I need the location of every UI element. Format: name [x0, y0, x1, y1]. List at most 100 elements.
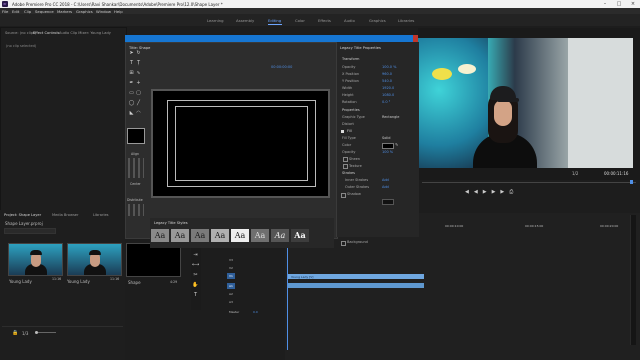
style-swatch[interactable]: Aa — [251, 229, 269, 242]
add-inner-stroke-link[interactable]: Add — [382, 178, 389, 182]
zoom-slider-handle[interactable] — [35, 331, 38, 334]
style-swatch[interactable]: Aa — [271, 229, 289, 242]
prop-value[interactable]: 100 % — [382, 150, 393, 154]
prop-label: Distort — [342, 122, 354, 126]
tab-source[interactable]: Source: (no clips) — [5, 31, 36, 35]
eyedropper-icon[interactable]: ✎ — [395, 142, 398, 147]
tab-audio-clip-mixer[interactable]: Audio Clip Mixer: Young Lady — [59, 31, 111, 35]
vertical-type-tool-icon[interactable]: Ṭ — [135, 60, 142, 67]
style-swatch[interactable]: Aa — [231, 229, 249, 242]
play-icon[interactable]: ▶ — [483, 189, 492, 195]
track-label-v2[interactable]: V2 — [229, 266, 233, 270]
clip-thumbnail[interactable] — [8, 243, 63, 276]
workspace-color[interactable]: Color — [295, 18, 305, 23]
fill-type-dropdown[interactable]: Solid — [382, 136, 391, 140]
tab-legacy-title-properties[interactable]: Legacy Title Properties — [340, 46, 381, 50]
shadow-checkbox[interactable] — [341, 193, 346, 198]
export-frame-icon[interactable]: ⎙ — [509, 189, 518, 195]
align-buttons[interactable] — [128, 158, 144, 178]
prop-value[interactable]: 960.0 — [382, 72, 392, 76]
prop-value[interactable]: 540.0 — [382, 79, 392, 83]
shape-thumbnail[interactable] — [126, 243, 181, 277]
add-outer-stroke-link[interactable]: Add — [382, 185, 389, 189]
tab-libraries[interactable]: Libraries — [93, 213, 109, 217]
workspace-learning[interactable]: Learning — [207, 18, 223, 23]
fill-checkbox[interactable] — [341, 130, 344, 133]
track-label-v1[interactable]: V1 — [229, 274, 233, 278]
program-video-frame[interactable] — [418, 38, 633, 168]
area-type-tool-icon[interactable]: ⊞ — [128, 70, 135, 77]
tab-project[interactable]: Project: Shape Layer — [4, 213, 41, 217]
master-track-label: Master — [229, 310, 240, 314]
rectangle-tool-icon[interactable]: ▭ — [128, 90, 135, 97]
shadow-color-swatch[interactable] — [382, 199, 394, 205]
workspace-audio[interactable]: Audio — [344, 18, 355, 23]
prop-value[interactable]: 1080.0 — [382, 93, 394, 97]
title-canvas[interactable] — [151, 89, 330, 198]
workspace-editing[interactable]: Editing — [268, 18, 281, 23]
title-safe-guide — [175, 106, 308, 181]
sheen-checkbox[interactable] — [343, 157, 348, 162]
program-scrubber[interactable] — [422, 182, 636, 183]
workspace-assembly[interactable]: Assembly — [236, 18, 254, 23]
style-swatch[interactable]: Aa — [211, 229, 229, 242]
rotation-tool-icon[interactable]: ↻ — [135, 50, 142, 57]
step-back-icon[interactable]: ◀◀ — [465, 189, 483, 195]
close-button[interactable]: × — [626, 0, 640, 8]
workspace-graphics[interactable]: Graphics — [369, 18, 386, 23]
texture-checkbox[interactable] — [343, 164, 348, 169]
window-titlebar: Pr Adobe Premiere Pro CC 2018 - C:\Users… — [0, 0, 640, 8]
program-fit-label[interactable]: 1/2 — [572, 171, 578, 176]
distribute-buttons[interactable] — [128, 204, 144, 216]
add-anchor-tool-icon[interactable]: + — [135, 80, 142, 87]
tab-media-browser[interactable]: Media Browser — [52, 213, 79, 217]
prop-label: Height — [342, 93, 354, 97]
timeline-playhead[interactable] — [287, 240, 288, 350]
step-forward-icon[interactable]: ▶▶ — [492, 189, 510, 195]
hand-tool-icon[interactable]: ✋ — [192, 282, 199, 289]
workspace-libraries[interactable]: Libraries — [398, 18, 414, 23]
style-swatch[interactable]: Aa — [151, 229, 169, 242]
type-tool-icon[interactable]: T — [128, 60, 135, 67]
line-tool-icon[interactable]: ╱ — [135, 100, 142, 107]
maximize-button[interactable]: □ — [612, 0, 626, 8]
prop-value[interactable]: 1920.0 — [382, 86, 394, 90]
graphic-type-dropdown[interactable]: Rectangle — [382, 115, 399, 119]
timeline-clip-audio[interactable] — [287, 283, 424, 288]
rounded-rectangle-tool-icon[interactable]: ▢ — [135, 90, 142, 97]
track-label-v3[interactable]: V3 — [229, 258, 233, 262]
fill-color-swatch[interactable] — [382, 143, 394, 149]
prop-value[interactable]: 100.0 % — [382, 65, 396, 69]
prop-value[interactable]: 0.0 ° — [382, 100, 390, 104]
track-label-a3[interactable]: A3 — [229, 300, 233, 304]
background-checkbox[interactable] — [341, 241, 346, 246]
no-clip-message: (no clip selected) — [6, 44, 37, 48]
style-swatch[interactable]: Aa — [171, 229, 189, 242]
track-label-a2[interactable]: A2 — [229, 292, 233, 296]
type-tool-icon[interactable]: T — [192, 292, 199, 299]
master-volume-value[interactable]: 0.0 — [253, 310, 258, 314]
wedge-tool-icon[interactable]: ◣ — [128, 110, 135, 117]
razor-tool-icon[interactable]: ✂ — [192, 272, 199, 279]
selection-tool-icon[interactable]: ➤ — [128, 50, 135, 57]
minimize-button[interactable]: – — [598, 0, 612, 8]
tab-legacy-title-styles[interactable]: Legacy Title Styles — [154, 221, 188, 225]
ellipse-tool-icon[interactable]: ◯ — [128, 100, 135, 107]
title-designer-close-button[interactable] — [413, 35, 418, 42]
lock-icon[interactable]: 🔒 — [12, 330, 18, 336]
ripple-edit-tool-icon[interactable]: ⟷ — [192, 262, 199, 269]
track-select-tool-icon[interactable]: ⇥ — [192, 252, 199, 259]
track-label-a1[interactable]: A1 — [229, 284, 233, 288]
zoom-slider[interactable] — [36, 332, 56, 333]
tab-effect-controls[interactable]: Effect Controls — [33, 31, 59, 35]
timeline-clip-video[interactable]: Young Lady [V] — [287, 274, 424, 279]
path-type-tool-icon[interactable]: ∿ — [135, 70, 142, 77]
project-search-input[interactable] — [4, 228, 56, 234]
workspace-effects[interactable]: Effects — [318, 18, 331, 23]
playhead-marker[interactable] — [630, 180, 633, 184]
style-swatch[interactable]: Aa — [191, 229, 209, 242]
style-swatch[interactable]: Aa — [291, 229, 309, 242]
arc-tool-icon[interactable]: ◠ — [135, 110, 142, 117]
pen-tool-icon[interactable]: ✒ — [128, 80, 135, 87]
clip-thumbnail[interactable] — [67, 243, 122, 276]
